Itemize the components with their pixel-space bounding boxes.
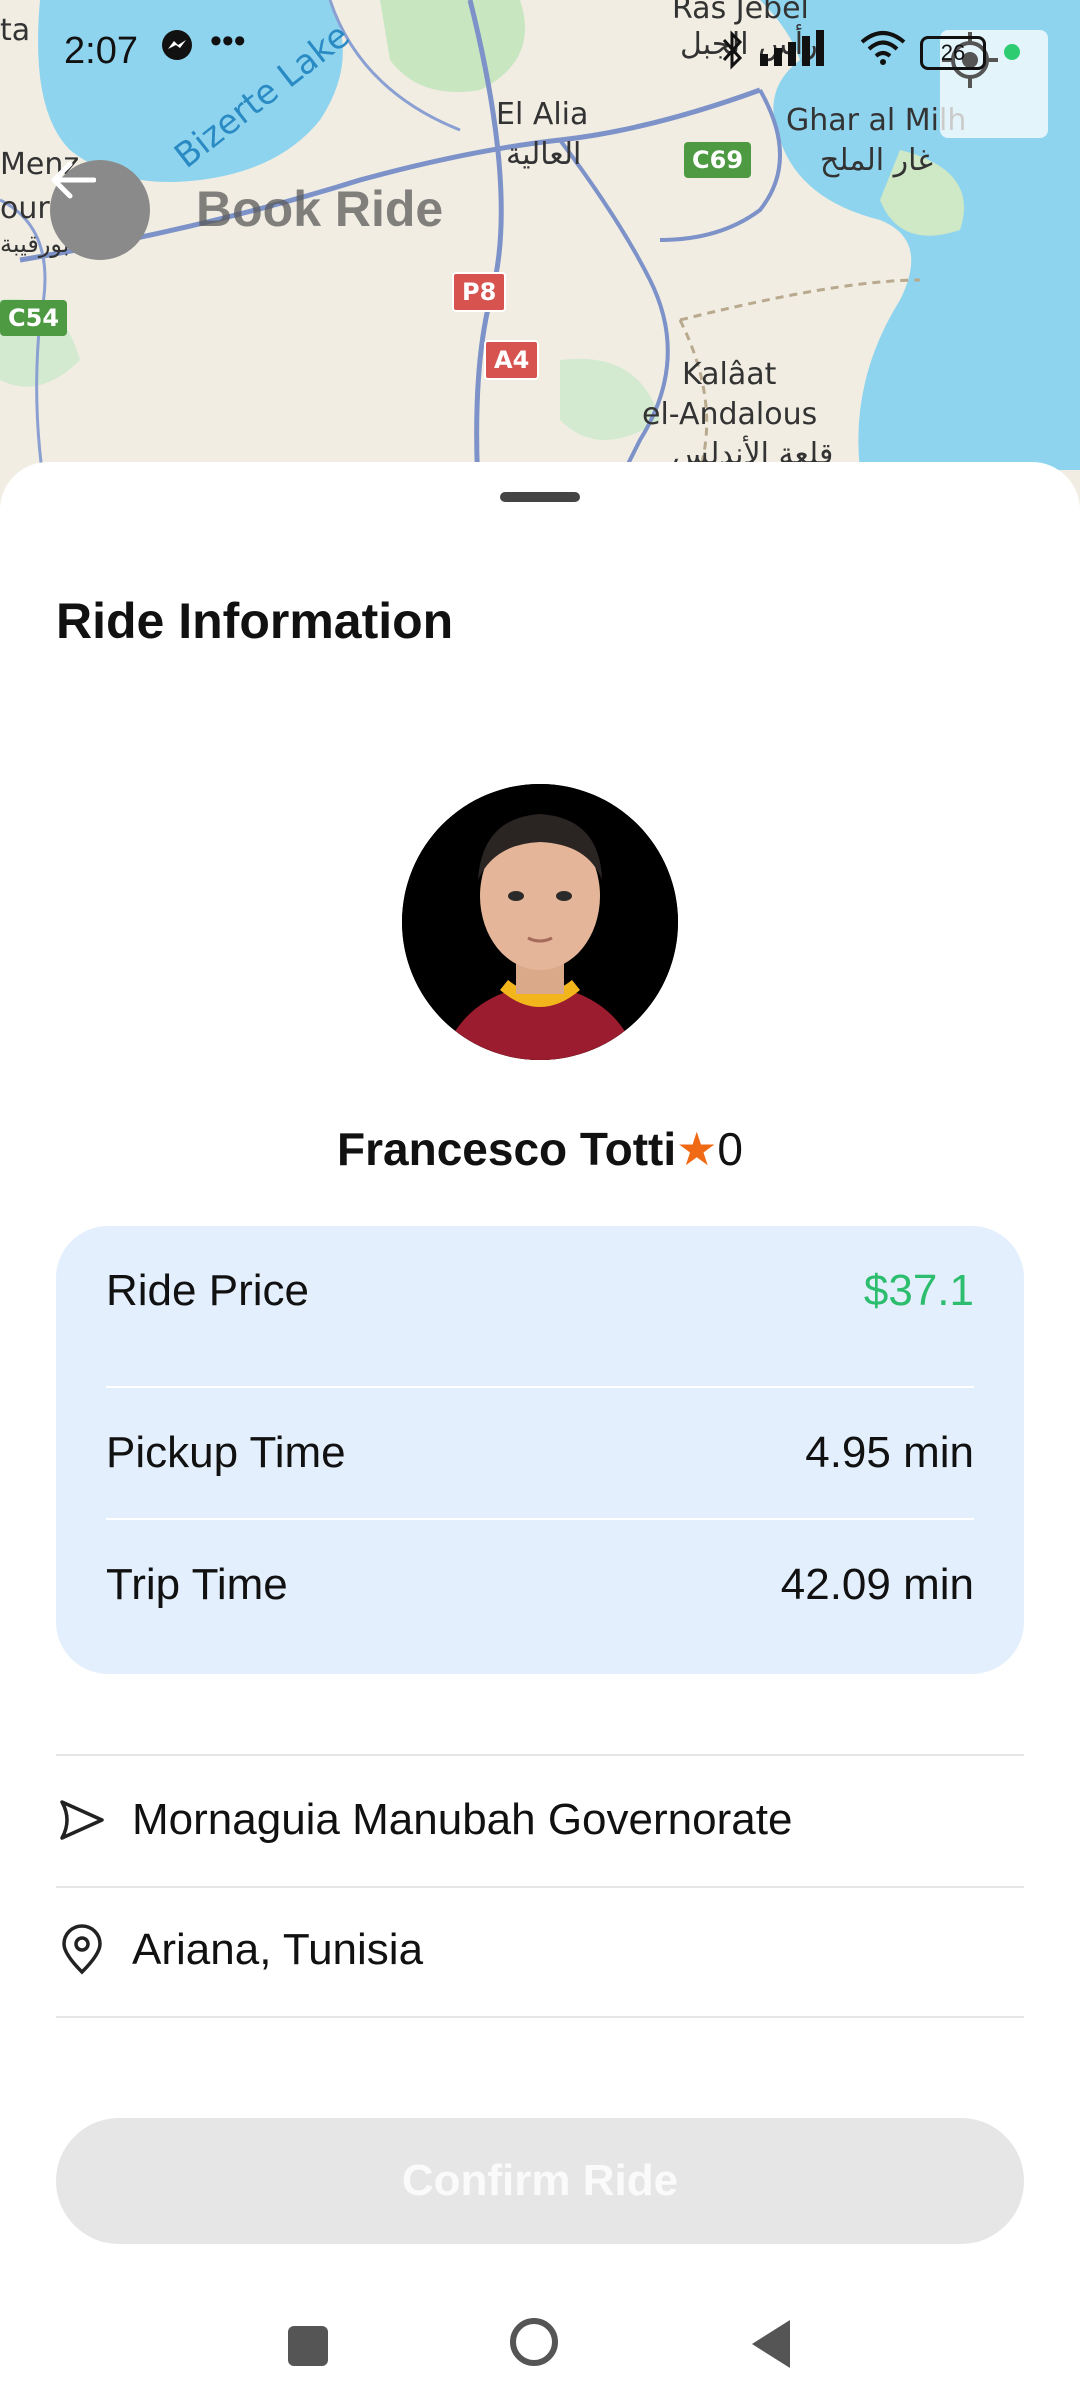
wifi-icon (860, 30, 906, 75)
system-nav-bar (0, 2290, 1080, 2400)
ride-info-sheet: Ride Information Francesco Totti★0 Ride … (0, 462, 1080, 2400)
driver-rating: 0 (717, 1123, 743, 1175)
destination-location-text: Ariana, Tunisia (132, 1925, 424, 1974)
back-button[interactable] (50, 160, 150, 260)
location-pin-icon (56, 1924, 132, 1976)
system-back-button[interactable] (752, 2320, 790, 2368)
driver-avatar (402, 784, 678, 1060)
ride-details-card: Ride Price $37.1 Pickup Time 4.95 min Tr… (56, 1226, 1024, 1674)
destination-location-row[interactable]: Ariana, Tunisia (56, 1886, 1024, 2014)
navigation-arrow-icon (56, 1794, 132, 1846)
pickup-time-row: Pickup Time 4.95 min (106, 1388, 974, 1518)
messenger-icon (160, 28, 194, 71)
road-shield-c69: C69 (684, 142, 752, 178)
confirm-ride-button[interactable]: Confirm Ride (56, 2118, 1024, 2244)
ride-price-value: $37.1 (863, 1266, 974, 1315)
pickup-location-row[interactable]: Mornaguia Manubah Governorate (56, 1756, 1024, 1884)
ride-price-label: Ride Price (106, 1266, 309, 1315)
page-title: Book Ride (196, 181, 444, 237)
home-button[interactable] (510, 2318, 558, 2366)
driver-info: Francesco Totti★0 (0, 1122, 1080, 1176)
map-label-el-alia-ar: العالية (506, 137, 582, 172)
status-time: 2:07 (64, 30, 138, 72)
battery-indicator: 26 (920, 36, 986, 70)
map-label-kalaat: Kalâat (682, 357, 777, 392)
road-shield-a4: A4 (484, 340, 540, 380)
section-title: Ride Information (56, 593, 454, 649)
trip-time-value: 42.09 min (780, 1560, 974, 1609)
drag-handle[interactable] (500, 492, 580, 502)
signal-icon (760, 30, 840, 75)
bluetooth-icon (720, 30, 746, 79)
star-icon: ★ (676, 1123, 718, 1175)
road-shield-p8: P8 (452, 272, 507, 312)
recents-button[interactable] (288, 2326, 328, 2366)
driver-name: Francesco Totti (337, 1123, 677, 1175)
map-label-el-alia: El Alia (496, 97, 589, 132)
divider (56, 2016, 1024, 2018)
status-bar: 2:07 ••• 26 (0, 0, 1080, 100)
map-label-ghar-al-milh-ar: غار الملح (820, 143, 933, 178)
road-shield-c54: C54 (0, 300, 68, 336)
ride-price-row: Ride Price $37.1 (106, 1226, 974, 1356)
trip-time-label: Trip Time (106, 1560, 288, 1609)
pickup-location-text: Mornaguia Manubah Governorate (132, 1795, 793, 1844)
pickup-time-value: 4.95 min (805, 1428, 974, 1477)
trip-time-row: Trip Time 42.09 min (106, 1520, 974, 1650)
privacy-indicator-dot (1004, 44, 1020, 60)
more-dots-icon: ••• (210, 22, 246, 60)
map-label-el-andalous: el-Andalous (642, 397, 818, 432)
pickup-time-label: Pickup Time (106, 1428, 346, 1477)
